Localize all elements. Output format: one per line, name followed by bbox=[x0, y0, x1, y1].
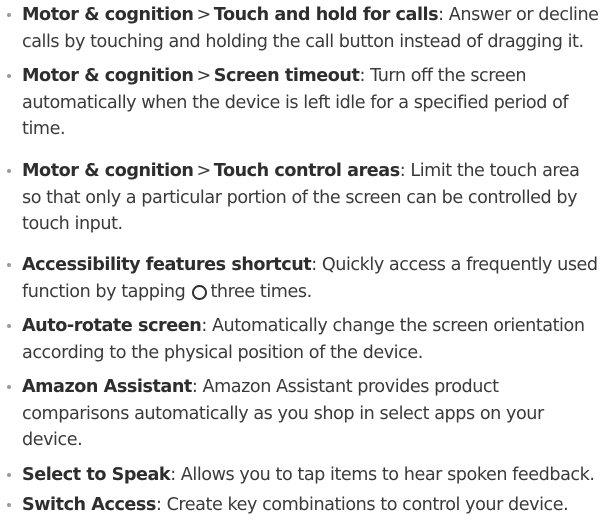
list-item-text: Auto-rotate screen: Automatically change… bbox=[22, 313, 602, 366]
list-item-text: Switch Access: Create key combinations t… bbox=[22, 492, 602, 519]
item-title: Amazon Assistant bbox=[22, 377, 192, 397]
item-description-tail: three times. bbox=[210, 281, 312, 302]
list-item-text: Select to Speak: Allows you to tap items… bbox=[22, 462, 602, 489]
menu-path-child: Touch and hold for calls bbox=[213, 5, 439, 25]
list-item-text: Motor & cognition > Touch control areas: L… bbox=[22, 158, 602, 238]
menu-path-parent: Motor & cognition bbox=[22, 66, 194, 86]
list-item-text: Accessibility features shortcut: Quickly… bbox=[22, 252, 602, 305]
item-title: Switch Access bbox=[22, 495, 156, 515]
list-item-text: Motor & cognition > Touch and hold for cal… bbox=[22, 2, 602, 55]
item-title: Accessibility features shortcut bbox=[22, 255, 312, 275]
list-item: Select to Speak: Allows you to tap items… bbox=[4, 462, 602, 489]
item-description: : Allows you to tap items to hear spoken… bbox=[170, 465, 595, 485]
menu-path-parent: Motor & cognition bbox=[22, 5, 194, 25]
menu-path-child: Touch control areas bbox=[213, 161, 400, 181]
path-separator: > bbox=[196, 66, 211, 86]
item-description: : Create key combinations to control you… bbox=[155, 495, 569, 515]
list-item: Accessibility features shortcut: Quickly… bbox=[4, 252, 602, 305]
list-item: Auto-rotate screen: Automatically change… bbox=[4, 313, 602, 366]
list-item: Amazon Assistant: Amazon Assistant provi… bbox=[4, 374, 602, 454]
menu-path-parent: Motor & cognition bbox=[22, 161, 194, 181]
path-separator: > bbox=[196, 5, 211, 25]
list-item-text: Amazon Assistant: Amazon Assistant provi… bbox=[22, 374, 602, 454]
list-item: Motor & cognition > Touch control areas: L… bbox=[4, 158, 602, 238]
list-item: Switch Access: Create key combinations t… bbox=[4, 492, 602, 519]
list-item: Motor & cognition > Touch and hold for cal… bbox=[4, 2, 602, 55]
home-circle-icon bbox=[192, 284, 208, 300]
path-separator: > bbox=[196, 161, 211, 181]
list-item-text: Motor & cognition > Screen timeout: Turn o… bbox=[22, 63, 602, 143]
list-item: Motor & cognition > Screen timeout: Turn o… bbox=[4, 63, 602, 143]
item-title: Select to Speak bbox=[22, 465, 171, 485]
menu-path-child: Screen timeout bbox=[213, 66, 360, 86]
item-title: Auto-rotate screen bbox=[22, 316, 202, 336]
